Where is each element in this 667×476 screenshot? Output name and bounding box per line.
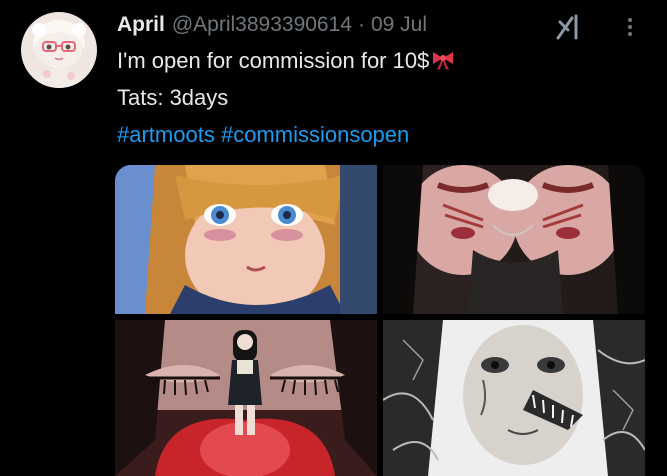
media-image-4[interactable] [383,320,645,476]
hashtag-artmoots[interactable]: #artmoots [117,122,215,147]
more-options-icon[interactable] [618,12,642,42]
media-image-2[interactable] [383,165,645,314]
avatar-image [21,12,97,88]
separator-dot: · [357,13,365,36]
grok-icon[interactable] [554,12,584,42]
tweet-text-line-1: I'm open for commission for 10$ [117,48,455,77]
author-handle[interactable]: @April3893390614 [172,13,352,37]
media-image-3[interactable] [115,320,377,476]
commission-text: I'm open for commission for 10$ [117,48,430,73]
hashtag-commissionsopen[interactable]: #commissionsopen [221,122,409,147]
hashtag-line: #artmoots #commissionsopen [117,122,409,148]
tweet-header: April @April3893390614 · 09 Jul [117,10,427,40]
tweet-date[interactable]: 09 Jul [371,13,427,37]
author-avatar[interactable] [21,12,97,88]
author-name[interactable]: April [117,13,165,37]
ribbon-emoji [431,49,455,77]
media-image-1[interactable] [115,165,377,314]
tweet-text-line-2: Tats: 3days [117,85,229,110]
media-grid [115,165,645,476]
